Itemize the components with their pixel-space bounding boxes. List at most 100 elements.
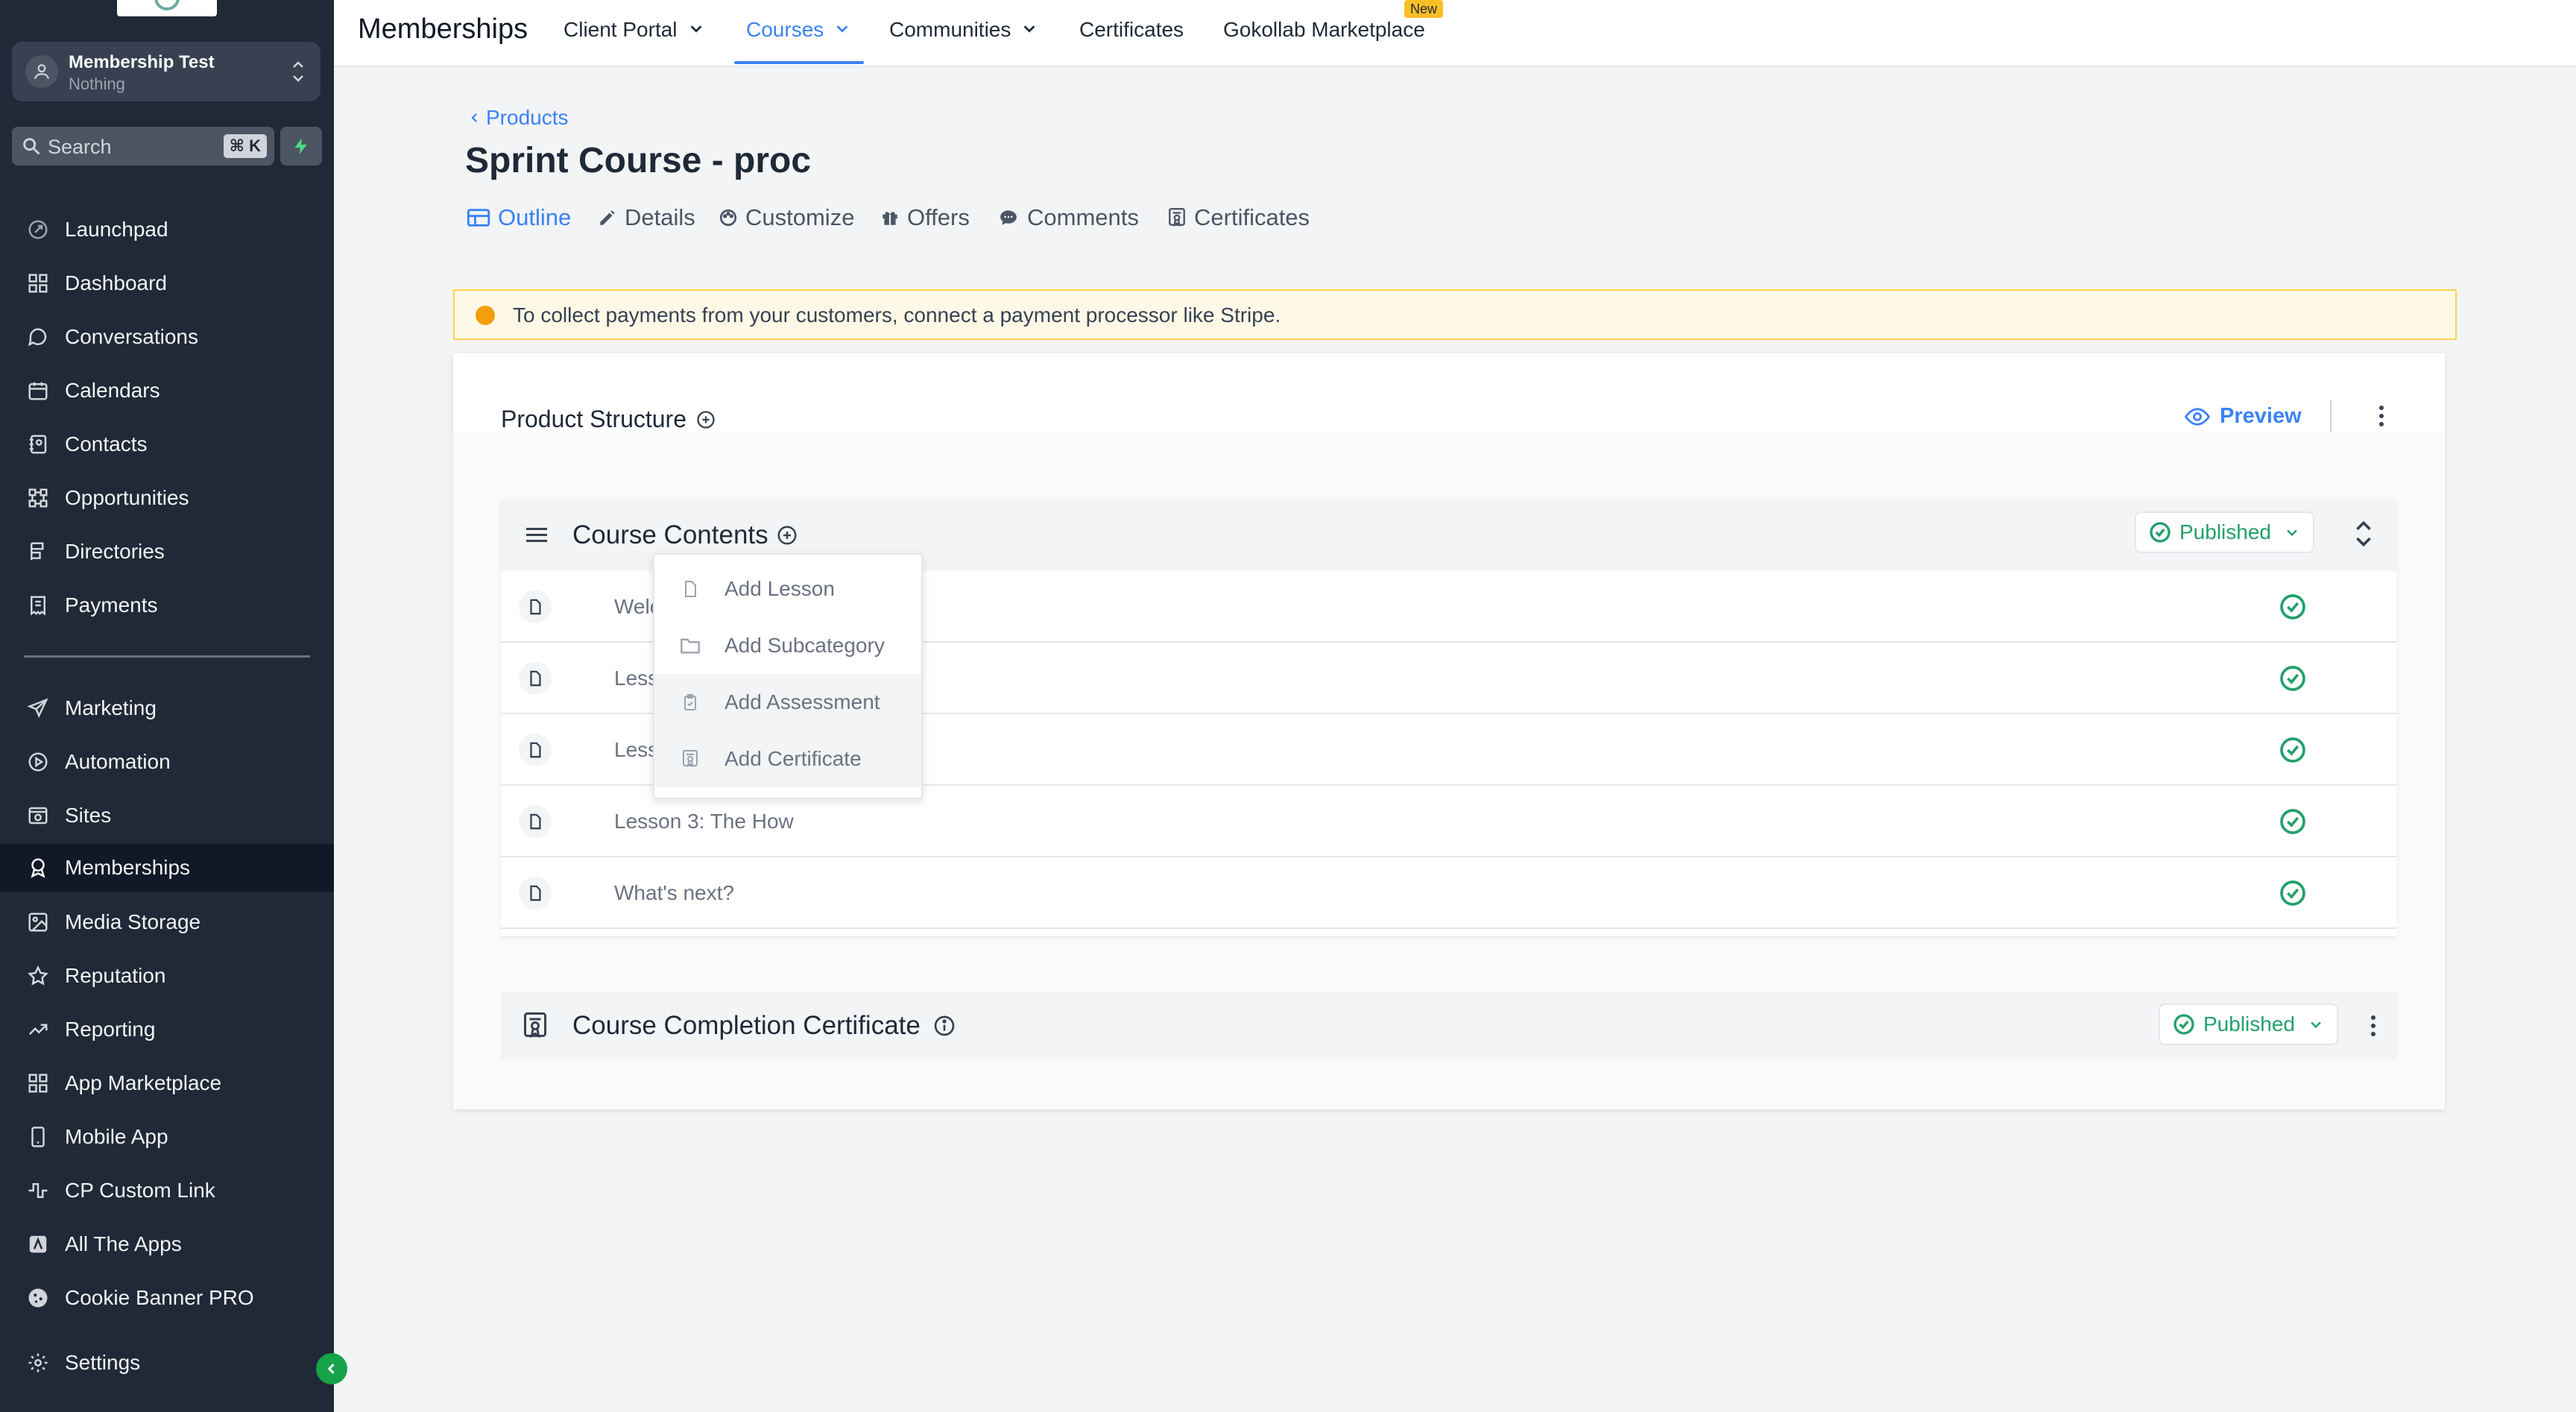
info-icon[interactable] <box>932 1014 956 1038</box>
lightning-icon <box>294 138 307 154</box>
receipt-icon <box>24 591 52 620</box>
active-tab-indicator <box>734 61 864 64</box>
collapse-sidebar-button[interactable] <box>316 1353 347 1384</box>
quick-actions-button[interactable] <box>280 127 322 166</box>
tab-client-portal[interactable]: Client Portal <box>564 18 704 42</box>
account-switcher[interactable]: Membership Test Nothing <box>12 42 321 101</box>
tab-courses[interactable]: Courses <box>746 18 850 42</box>
sidebar-item-automation[interactable]: Automation <box>0 738 334 786</box>
chat-icon <box>24 323 52 351</box>
sidebar-item-reporting[interactable]: Reporting <box>0 1006 334 1053</box>
apps-icon <box>24 1069 52 1097</box>
drag-handle-icon[interactable] <box>525 525 549 549</box>
check-circle-icon <box>2278 664 2308 693</box>
tab-outline[interactable]: Outline <box>467 204 571 231</box>
sidebar-item-sites[interactable]: Sites <box>0 792 334 839</box>
sites-icon <box>24 801 52 830</box>
sidebar-item-media-storage[interactable]: Media Storage <box>0 898 334 946</box>
sidebar-item-calendars[interactable]: Calendars <box>0 367 334 415</box>
tab-communities[interactable]: Communities <box>889 18 1038 42</box>
preview-button[interactable]: Preview <box>2184 404 2302 429</box>
search-icon <box>21 136 42 160</box>
page-title: Sprint Course - proc <box>465 141 812 180</box>
tab-certificates-product[interactable]: Certificates <box>1167 204 1310 231</box>
sidebar-item-payments[interactable]: Payments <box>0 581 334 629</box>
file-icon <box>519 877 552 910</box>
breadcrumb[interactable]: Products <box>468 106 569 130</box>
gift-icon <box>880 208 900 227</box>
check-circle-icon <box>2278 807 2308 836</box>
send-icon <box>24 694 52 722</box>
chevron-left-icon <box>471 113 478 123</box>
outline-icon <box>467 208 490 227</box>
sidebar-item-launchpad[interactable]: Launchpad <box>0 206 334 253</box>
chevron-down-icon <box>688 18 704 42</box>
check-circle-icon <box>2278 592 2308 622</box>
menu-item-add-assessment[interactable]: Add Assessment <box>654 674 921 731</box>
product-structure-title: Product Structure <box>501 406 716 433</box>
certificate-status-dropdown[interactable]: Published <box>2159 1003 2338 1045</box>
sidebar-item-app-marketplace[interactable]: App Marketplace <box>0 1059 334 1107</box>
calendar-icon <box>24 376 52 405</box>
chevron-down-icon <box>834 18 850 42</box>
tab-details[interactable]: Details <box>598 204 695 231</box>
folder-icon <box>680 635 701 656</box>
sidebar-item-cookie-banner-pro[interactable]: Cookie Banner PRO <box>0 1274 334 1322</box>
sidebar: Membership Test Nothing Search ⌘ K Launc… <box>0 0 347 1412</box>
sidebar-item-conversations[interactable]: Conversations <box>0 313 334 361</box>
sidebar-item-opportunities[interactable]: Opportunities <box>0 474 334 522</box>
sidebar-item-directories[interactable]: Directories <box>0 528 334 576</box>
tab-comments[interactable]: Comments <box>997 204 1139 231</box>
card-header <box>453 353 2445 432</box>
more-options-icon[interactable] <box>2370 401 2393 431</box>
plus-circle-icon[interactable] <box>776 524 798 546</box>
clipboard-icon <box>680 692 701 713</box>
tab-gokollab-marketplace[interactable]: Gokollab Marketplace <box>1223 18 1425 42</box>
directories-icon <box>24 538 52 566</box>
palette-icon <box>719 208 738 227</box>
sidebar-item-mobile-app[interactable]: Mobile App <box>0 1113 334 1161</box>
tab-offers[interactable]: Offers <box>880 204 970 231</box>
gear-icon <box>24 1349 52 1377</box>
sidebar-item-memberships[interactable]: Memberships <box>0 844 334 892</box>
certificate-title: Course Completion Certificate <box>572 1011 956 1041</box>
course-contents-status-dropdown[interactable]: Published <box>2135 511 2314 553</box>
sidebar-item-dashboard[interactable]: Dashboard <box>0 259 334 307</box>
menu-item-add-subcategory[interactable]: Add Subcategory <box>654 617 921 674</box>
sidebar-item-cp-custom-link[interactable]: CP Custom Link <box>0 1167 334 1214</box>
plus-circle-icon[interactable] <box>695 409 716 430</box>
payment-alert-banner: To collect payments from your customers,… <box>453 289 2457 340</box>
file-icon <box>680 579 701 599</box>
contacts-icon <box>24 430 52 458</box>
certificate-icon <box>680 748 701 769</box>
expand-collapse-icon[interactable] <box>2352 517 2375 554</box>
company-logo[interactable] <box>117 0 217 16</box>
file-icon <box>519 590 552 623</box>
menu-item-add-certificate[interactable]: Add Certificate <box>654 731 921 787</box>
chevron-down-icon <box>2285 525 2299 540</box>
sidebar-item-reputation[interactable]: Reputation <box>0 952 334 1000</box>
tab-certificates[interactable]: Certificates <box>1079 18 1184 42</box>
chevron-down-icon <box>2308 1017 2323 1032</box>
sidebar-item-all-the-apps[interactable]: All The Apps <box>0 1220 334 1268</box>
top-navigation: Memberships Client Portal Courses Commun… <box>334 0 2576 67</box>
sidebar-item-contacts[interactable]: Contacts <box>0 420 334 468</box>
certificate-icon <box>1167 207 1187 228</box>
sidebar-item-marketing[interactable]: Marketing <box>0 684 334 732</box>
sidebar-item-settings[interactable]: Settings <box>0 1339 334 1387</box>
app-tile-icon <box>24 1230 52 1258</box>
app-title: Memberships <box>358 13 528 45</box>
alert-message: To collect payments from your customers,… <box>513 303 1281 327</box>
check-circle-icon <box>2278 878 2308 908</box>
trend-icon <box>24 1015 52 1044</box>
lesson-row[interactable]: What's next? <box>501 857 2397 929</box>
search-input[interactable]: Search ⌘ K <box>12 127 274 166</box>
search-shortcut: ⌘ K <box>223 134 267 158</box>
file-icon <box>519 805 552 838</box>
image-icon <box>24 908 52 936</box>
breadcrumb-products: Products <box>486 106 569 129</box>
more-options-icon[interactable] <box>2362 1011 2384 1041</box>
check-circle-icon <box>2172 1012 2196 1036</box>
menu-item-add-lesson[interactable]: Add Lesson <box>654 561 921 617</box>
tab-customize[interactable]: Customize <box>719 204 854 231</box>
